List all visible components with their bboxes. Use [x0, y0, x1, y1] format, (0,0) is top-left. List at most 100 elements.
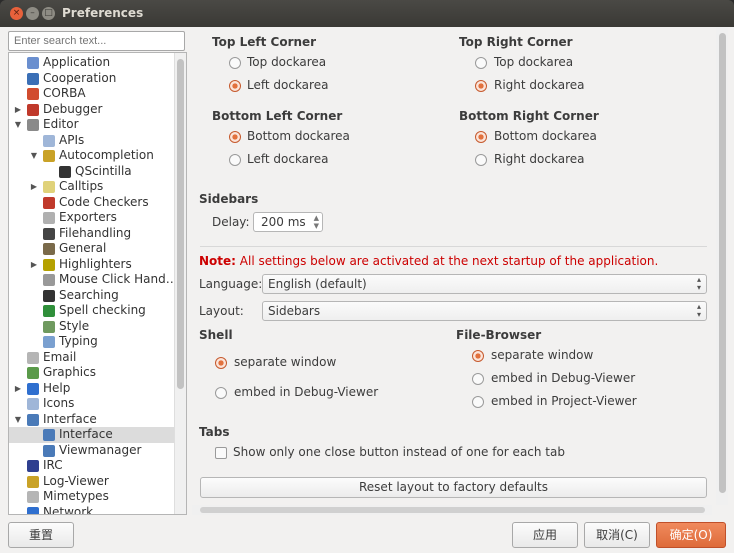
language-combobox[interactable]: English (default) ▴ ▾ [262, 274, 707, 294]
ok-button[interactable]: 确定(O) [656, 522, 726, 548]
mimetypes-icon [27, 491, 39, 503]
shell-separate-window-radio[interactable] [215, 357, 227, 369]
startup-note: Note: All settings below are activated a… [199, 254, 658, 268]
bottom-right-bottom-dockarea-radio[interactable] [475, 131, 487, 143]
cooperation-icon [27, 72, 39, 85]
style-icon [43, 320, 55, 333]
tree-item-label: Mimetypes [43, 489, 109, 503]
tree-item[interactable]: Interface [9, 427, 175, 443]
tree-item[interactable]: IRC [9, 458, 175, 474]
close-window-icon[interactable]: × [10, 7, 23, 20]
bug-icon [27, 103, 39, 116]
exporters-icon [43, 212, 55, 224]
cancel-button[interactable]: 取消(C) [584, 522, 650, 548]
tree-item[interactable]: Email [9, 350, 175, 366]
tree-item[interactable]: Icons [9, 396, 175, 412]
maximize-window-icon[interactable]: □ [42, 7, 55, 20]
tree-item[interactable]: Exporters [9, 210, 175, 226]
tree-item[interactable]: ▶ Help [9, 381, 175, 397]
tree-item[interactable]: ▶ Calltips [9, 179, 175, 195]
fb-embed-project-viewer-radio[interactable] [472, 396, 484, 408]
typing-icon [43, 336, 55, 348]
spin-arrows-icon[interactable]: ▲ ▼ [314, 214, 319, 230]
tree-scrollbar[interactable] [174, 53, 186, 514]
top-left-top-dockarea-radio[interactable] [229, 57, 241, 69]
bottom-right-right-dockarea-radio[interactable] [475, 154, 487, 166]
tabs-title: Tabs [199, 425, 230, 439]
tree-item[interactable]: QScintilla [9, 164, 175, 180]
tree-item-label: Icons [43, 396, 75, 410]
horizontal-scrollbar-thumb[interactable] [200, 507, 705, 513]
tree-item-label: Spell checking [59, 303, 146, 317]
tree-item[interactable]: Filehandling [9, 226, 175, 242]
top-left-top-dockarea-label: Top dockarea [247, 55, 327, 69]
tree-item[interactable]: ▶ Debugger [9, 102, 175, 118]
tree-item[interactable]: ▼ Autocompletion [9, 148, 175, 164]
tree-item[interactable]: APIs [9, 133, 175, 149]
general-icon [43, 243, 55, 255]
collapsed-arrow-icon[interactable]: ▶ [29, 257, 39, 272]
expanded-arrow-icon[interactable]: ▼ [29, 148, 39, 163]
minimize-window-icon[interactable]: – [26, 7, 39, 20]
bug-icon [43, 196, 55, 209]
horizontal-scrollbar[interactable] [192, 505, 712, 515]
tree-item[interactable]: CORBA [9, 86, 175, 102]
tree-item-label: Log-Viewer [43, 473, 109, 488]
title-bar: × – □ Preferences [0, 0, 734, 27]
sidebars-title: Sidebars [199, 192, 259, 206]
expanded-arrow-icon[interactable]: ▼ [13, 117, 23, 132]
tree-item-label: Interface [43, 411, 97, 426]
reset-layout-button[interactable]: Reset layout to factory defaults [200, 477, 707, 498]
tree-item[interactable]: Graphics [9, 365, 175, 381]
reset-button[interactable]: 重置 [8, 522, 74, 548]
top-left-left-dockarea-radio[interactable] [229, 80, 241, 92]
bottom-left-left-dockarea-radio[interactable] [229, 154, 241, 166]
layout-combobox[interactable]: Sidebars ▴ ▾ [262, 301, 707, 321]
tree-item-label: Graphics [43, 365, 96, 379]
application-icon [27, 57, 39, 69]
tree-scrollbar-thumb[interactable] [177, 59, 184, 389]
tree-item-label: Exporters [59, 210, 117, 224]
tree-item[interactable]: Application [9, 55, 175, 71]
tree-item[interactable]: Mouse Click Hand… [9, 272, 178, 288]
editor-icon [27, 119, 39, 131]
shell-embed-debug-viewer-radio[interactable] [215, 387, 227, 399]
fb-separate-window-radio[interactable] [472, 350, 484, 362]
spellcheck-icon [43, 305, 55, 317]
tree-item[interactable]: Typing [9, 334, 175, 350]
tree-item[interactable]: Mimetypes [9, 489, 175, 505]
preferences-tree[interactable]: Network Mimetypes Log-Viewer IRC Viewmanager… [8, 52, 187, 515]
tree-item-label: Style [59, 318, 90, 333]
apply-button[interactable]: 应用 [512, 522, 578, 548]
expanded-arrow-icon[interactable]: ▼ [13, 412, 23, 427]
tree-item[interactable]: Log-Viewer [9, 474, 175, 490]
vertical-scrollbar[interactable] [716, 27, 728, 505]
tree-item[interactable]: Style [9, 319, 175, 335]
shell-title: Shell [199, 328, 233, 342]
single-close-button-checkbox[interactable] [215, 447, 227, 459]
collapsed-arrow-icon[interactable]: ▶ [13, 102, 23, 117]
top-right-right-dockarea-radio[interactable] [475, 80, 487, 92]
fb-embed-debug-viewer-label: embed in Debug-Viewer [491, 371, 636, 385]
collapsed-arrow-icon[interactable]: ▶ [29, 179, 39, 194]
tree-item[interactable]: General [9, 241, 175, 257]
tree-item[interactable]: ▼ Interface [9, 412, 175, 428]
tree-item-label: QScintilla [75, 163, 132, 178]
tree-item[interactable]: Cooperation [9, 71, 175, 87]
tree-item[interactable]: ▼ Editor [9, 117, 175, 133]
tree-item[interactable]: Viewmanager [9, 443, 175, 459]
top-right-top-dockarea-radio[interactable] [475, 57, 487, 69]
collapsed-arrow-icon[interactable]: ▶ [13, 381, 23, 396]
search-input[interactable] [8, 31, 185, 51]
tree-item[interactable]: Code Checkers [9, 195, 175, 211]
tree-item[interactable]: Network [9, 505, 175, 514]
corba-icon [27, 88, 39, 100]
delay-spinbox[interactable]: 200 ms ▲ ▼ [253, 212, 323, 232]
tree-item[interactable]: Searching [9, 288, 175, 304]
bottom-left-bottom-dockarea-radio[interactable] [229, 131, 241, 143]
tree-item-label: Debugger [43, 101, 103, 116]
fb-embed-debug-viewer-radio[interactable] [472, 373, 484, 385]
tree-item[interactable]: ▶ Highlighters [9, 257, 175, 273]
tree-item[interactable]: Spell checking [9, 303, 175, 319]
vertical-scrollbar-thumb[interactable] [719, 33, 726, 493]
